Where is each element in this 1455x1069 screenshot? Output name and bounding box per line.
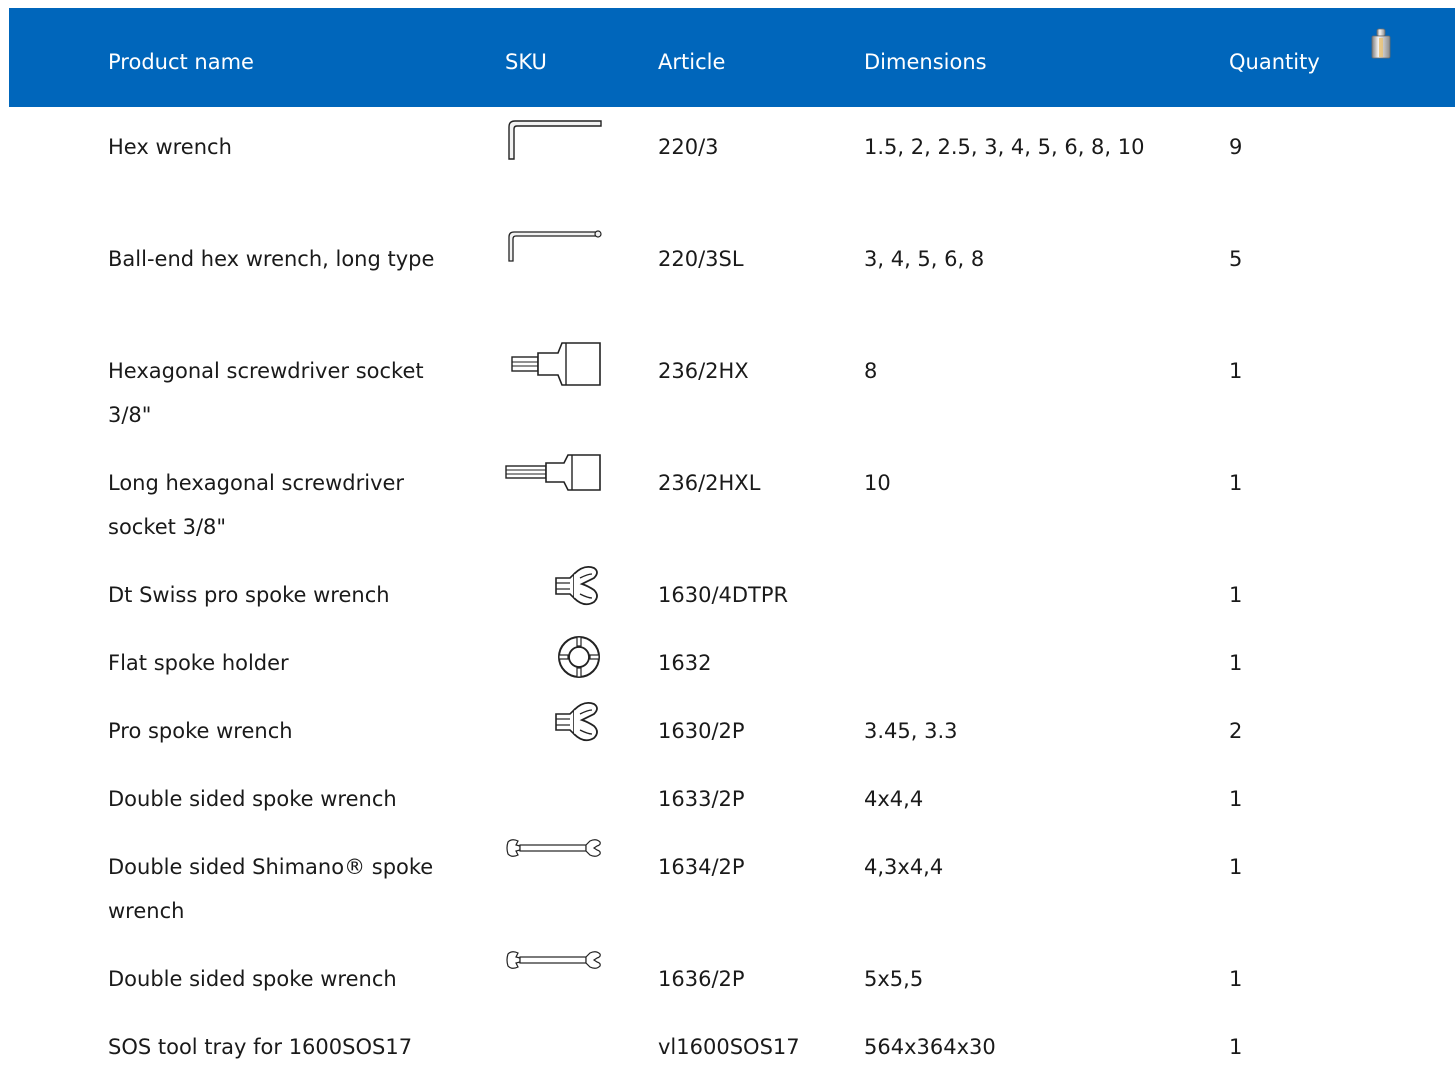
header-sku[interactable]: SKU	[505, 48, 547, 76]
quantity: 1	[1229, 651, 1243, 675]
dimensions: 10	[864, 471, 891, 495]
table-row[interactable]: Flat spoke holder 1632 1	[0, 623, 1455, 691]
product-name: Double sided spoke wrench	[108, 967, 397, 991]
table-row[interactable]: Hexagonal screwdriver socket 3/8" 236/2H…	[0, 331, 1455, 443]
hex-key-icon	[505, 119, 603, 161]
article-number: 1630/4DTPR	[658, 583, 789, 607]
article-number: vl1600SOS17	[658, 1035, 800, 1059]
quantity: 5	[1229, 247, 1243, 271]
spoke-holder-icon	[556, 634, 602, 680]
table-row[interactable]: Double sided spoke wrench 1636/2P 5x5,5 …	[0, 939, 1455, 1007]
table-row[interactable]: Ball-end hex wrench, long type 220/3SL 3…	[0, 219, 1455, 331]
double-spoke-wrench-icon	[506, 838, 602, 858]
double-spoke-wrench-icon	[506, 950, 602, 970]
quantity: 2	[1229, 719, 1243, 743]
product-name: Double sided Shimano® spoke wrench	[108, 855, 434, 923]
table-row[interactable]: Double sided Shimano® spoke wrench 1634/…	[0, 827, 1455, 939]
hex-socket-icon	[510, 341, 604, 387]
dimensions: 8	[864, 359, 878, 383]
product-name: Pro spoke wrench	[108, 719, 293, 743]
article-number: 1630/2P	[658, 719, 745, 743]
header-product-name[interactable]: Product name	[108, 48, 254, 76]
table-row[interactable]: Hex wrench 220/3 1.5, 2, 2.5, 3, 4, 5, 6…	[0, 107, 1455, 219]
product-name: Double sided spoke wrench	[108, 787, 397, 811]
long-hex-socket-icon	[504, 453, 604, 493]
product-name: Long hexagonal screwdriver socket 3/8"	[108, 471, 405, 539]
article-number: 1632	[658, 651, 712, 675]
product-name: Hexagonal screwdriver socket 3/8"	[108, 359, 424, 427]
header-quantity[interactable]: Quantity	[1229, 48, 1320, 76]
article-number: 1633/2P	[658, 787, 745, 811]
article-number: 1634/2P	[658, 855, 745, 879]
product-name: SOS tool tray for 1600SOS17	[108, 1035, 413, 1059]
article-number: 236/2HXL	[658, 471, 761, 495]
quantity: 1	[1229, 855, 1243, 879]
header-dimensions[interactable]: Dimensions	[864, 48, 987, 76]
quantity: 1	[1229, 1035, 1243, 1059]
quantity: 1	[1229, 583, 1243, 607]
dimensions: 4,3x4,4	[864, 855, 944, 879]
product-name: Ball-end hex wrench, long type	[108, 247, 435, 271]
quantity: 1	[1229, 967, 1243, 991]
dimensions: 3, 4, 5, 6, 8	[864, 247, 985, 271]
product-name: Hex wrench	[108, 135, 232, 159]
quantity: 1	[1229, 471, 1243, 495]
dimensions: 4x4,4	[864, 787, 924, 811]
table-row[interactable]: Long hexagonal screwdriver socket 3/8" 2…	[0, 443, 1455, 555]
quantity: 9	[1229, 135, 1243, 159]
article-number: 220/3SL	[658, 247, 744, 271]
product-name: Dt Swiss pro spoke wrench	[108, 583, 390, 607]
article-number: 1636/2P	[658, 967, 745, 991]
article-number: 236/2HX	[658, 359, 749, 383]
dimensions: 564x364x30	[864, 1035, 996, 1059]
ball-end-hex-key-icon	[505, 229, 603, 263]
table-row[interactable]: Double sided spoke wrench 1633/2P 4x4,4 …	[0, 759, 1455, 827]
dimensions: 1.5, 2, 2.5, 3, 4, 5, 6, 8, 10	[864, 135, 1145, 159]
spoke-wrench-icon	[554, 700, 602, 746]
spoke-wrench-icon	[554, 564, 602, 610]
quantity: 1	[1229, 787, 1243, 811]
weight-icon[interactable]	[1368, 27, 1394, 61]
table-row[interactable]: Dt Swiss pro spoke wrench 1630/4DTPR 1	[0, 555, 1455, 623]
article-number: 220/3	[658, 135, 719, 159]
product-name: Flat spoke holder	[108, 651, 289, 675]
table-row[interactable]: Pro spoke wrench 1630/2P 3.45, 3.3 2	[0, 691, 1455, 759]
dimensions: 3.45, 3.3	[864, 719, 958, 743]
table-row[interactable]: SOS tool tray for 1600SOS17 vl1600SOS17 …	[0, 1007, 1455, 1059]
quantity: 1	[1229, 359, 1243, 383]
dimensions: 5x5,5	[864, 967, 924, 991]
table-header: Product name SKU Article Dimensions Quan…	[9, 8, 1455, 107]
header-article[interactable]: Article	[658, 48, 725, 76]
